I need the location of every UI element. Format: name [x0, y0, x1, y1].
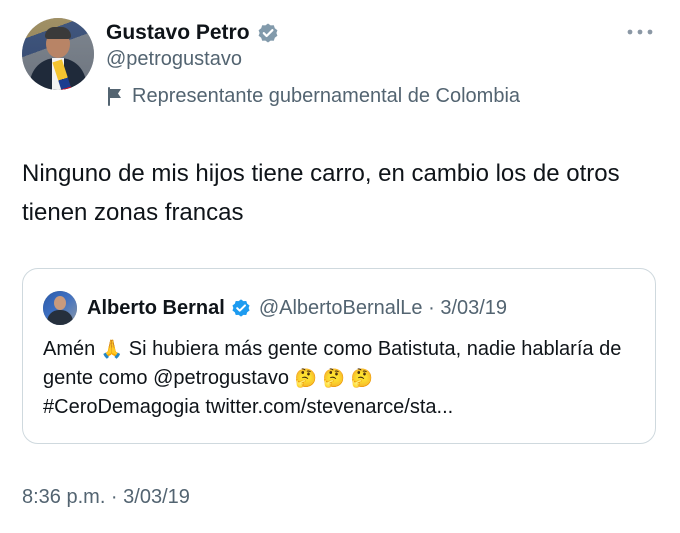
quoted-author-avatar[interactable]	[43, 291, 77, 325]
quoted-avatar-body	[47, 310, 73, 325]
flag-icon	[106, 86, 124, 106]
quoted-text-part3: #CeroDemagogia twitter.com/stevenarce/st…	[43, 396, 454, 418]
quoted-text: Amén 🙏 Si hubiera más gente como Batistu…	[43, 335, 643, 422]
more-horizontal-icon[interactable]	[624, 22, 656, 42]
tweet-text: Ninguno de mis hijos tiene carro, en cam…	[22, 160, 620, 226]
quoted-tweet-card[interactable]: Alberto Bernal @AlbertoBernalLe · 3/03/1…	[22, 268, 656, 444]
author-avatar[interactable]	[22, 18, 94, 90]
quoted-header: Alberto Bernal @AlbertoBernalLe · 3/03/1…	[87, 293, 507, 323]
author-display-name[interactable]: Gustavo Petro	[106, 21, 250, 45]
tweet: Gustavo Petro @petrogustavo Representant…	[0, 0, 680, 533]
quoted-display-name[interactable]: Alberto Bernal	[87, 297, 225, 320]
thinking-emoji-icon: 🤔 🤔 🤔	[294, 368, 374, 389]
quoted-handle-and-date: @AlbertoBernalLe · 3/03/19	[258, 296, 508, 319]
pray-emoji-icon: 🙏	[100, 339, 124, 360]
author-handle[interactable]: @petrogustavo	[106, 48, 242, 71]
tweet-timestamp[interactable]: 8:36 p.m. · 3/03/19	[22, 486, 190, 509]
author-name-row: Gustavo Petro	[106, 18, 279, 48]
quoted-avatar-head	[54, 296, 66, 310]
affiliation-text: Representante gubernamental de Colombia	[132, 84, 521, 107]
quoted-text-part1: Amén	[43, 338, 96, 360]
affiliation-label: Representante gubernamental de Colombia	[106, 82, 520, 110]
avatar-hair	[45, 27, 71, 39]
verified-blue-check-icon[interactable]	[231, 298, 251, 318]
verified-gray-check-icon[interactable]	[257, 22, 279, 44]
